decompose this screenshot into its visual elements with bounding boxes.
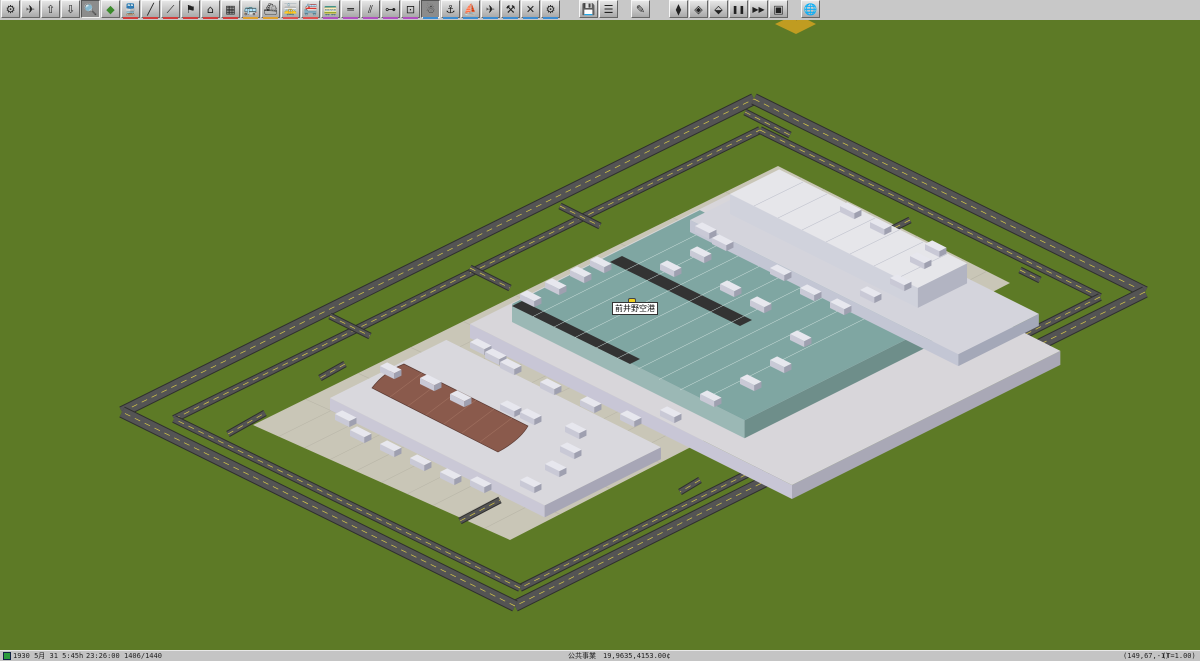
snowman-icon[interactable]: ☃ xyxy=(421,0,440,19)
narrow-gauge-station-icon[interactable]: ⊡ xyxy=(401,0,420,19)
status-company: 公共事業 xyxy=(568,652,596,660)
rail-track-icon[interactable]: ╱ xyxy=(141,0,160,19)
toolbar-group-edit-tools: ✎ xyxy=(630,0,650,20)
game-map-viewport[interactable] xyxy=(0,20,1200,650)
status-counter: 1406/1440 xyxy=(124,652,162,660)
toolbar-group-rail-tools: 🚆 ╱ ⟋ ⚑ ⌂ ▦ xyxy=(120,0,240,20)
pause-icon[interactable]: ❚❚ xyxy=(729,0,748,18)
taxiway-connector-centerline xyxy=(319,363,346,379)
toolbar-group-general-tools: ⚙ ✈ ⇧ ⇩ 🔍 ◆ xyxy=(0,0,120,20)
lower-land-icon[interactable]: ⇩ xyxy=(61,0,80,18)
settings-gear-icon[interactable]: ⚙ xyxy=(1,0,20,18)
main-toolbar: ⚙ ✈ ⇧ ⇩ 🔍 ◆ 🚆 ╱ ⟋ ⚑ ⌂ ▦ 🚌 ⛴ 🚋 🚝 🚃 ═ ⫽ ⊶ ⊡ ☃ ⚓ ⛵ ✈ ⚒ ✕ ⚙ 💾 ☰ ✎ ⧫ ◈ ⬙ ❚❚ ▶▶ ▣ 🌐 xyxy=(0,0,1200,20)
airplane-icon[interactable]: ✈ xyxy=(481,0,500,19)
toolbar-group-road-tools: 🚌 ⛴ xyxy=(240,0,280,20)
query-magnifier-icon[interactable]: 🔍 xyxy=(81,0,100,18)
status-bar: 1930 5月 31 5:45h 23:26:00 1406/1440 公共事業… xyxy=(0,650,1200,661)
rail-depot-icon[interactable]: ⌂ xyxy=(201,0,220,19)
selection-cursor-tile xyxy=(775,20,816,34)
toolbar-group-water-air-tools: ☃ ⚓ ⛵ ✈ ⚒ ✕ ⚙ xyxy=(420,0,560,20)
status-clock: 23:26:00 xyxy=(86,652,120,660)
station-name-label[interactable]: 前井野空港 xyxy=(612,302,658,315)
bus-icon[interactable]: 🚌 xyxy=(241,0,260,19)
special-tools-gear-icon[interactable]: ⚙ xyxy=(541,0,560,19)
landscape-tools-icon[interactable]: ◆ xyxy=(101,0,120,18)
status-money: 19,9635,4153.00¢ xyxy=(603,652,671,660)
rail-signal-icon[interactable]: ⚑ xyxy=(181,0,200,19)
toolbar-group-network-tools: 🌐 xyxy=(800,0,820,20)
toolbar-group-tram-tools: 🚋 🚝 xyxy=(280,0,320,20)
edit-pen-icon[interactable]: ✎ xyxy=(631,0,650,18)
status-timescale: (T=1.00) xyxy=(1162,652,1196,660)
status-date: 1930 5月 31 5:45h xyxy=(13,652,84,660)
rail-station-icon[interactable]: ▦ xyxy=(221,0,240,19)
tram-icon[interactable]: 🚋 xyxy=(281,0,300,19)
globe-icon[interactable]: 🌐 xyxy=(801,0,820,18)
crane-icon[interactable]: ⚒ xyxy=(501,0,520,19)
dock-icon[interactable]: ⛵ xyxy=(461,0,480,19)
toolbar-group-narrowgauge-tools: 🚃 ═ ⫽ ⊶ ⊡ xyxy=(320,0,420,20)
layer-view-icon[interactable]: ◈ xyxy=(689,0,708,18)
toolbar-group-view-tools: ⧫ ◈ ⬙ ❚❚ ▶▶ ▣ xyxy=(668,0,788,20)
map-overview-icon[interactable]: ✈ xyxy=(21,0,40,18)
narrow-gauge-train-icon[interactable]: 🚃 xyxy=(321,0,340,19)
harbour-icon[interactable]: ⚓ xyxy=(441,0,460,19)
company-color-icon xyxy=(3,652,11,660)
save-disk-icon[interactable]: 💾 xyxy=(579,0,598,18)
narrow-gauge-bridge-icon[interactable]: ⫽ xyxy=(361,0,380,19)
raise-land-icon[interactable]: ⇧ xyxy=(41,0,60,18)
toolbar-group-file-tools: 💾 ☰ xyxy=(578,0,618,20)
fast-forward-icon[interactable]: ▶▶ xyxy=(749,0,768,18)
narrow-gauge-track-icon[interactable]: ═ xyxy=(341,0,360,19)
rail-vehicles-icon[interactable]: 🚆 xyxy=(121,0,140,19)
layer-down-icon[interactable]: ⬙ xyxy=(709,0,728,18)
ship-icon[interactable]: ⛴ xyxy=(261,0,280,19)
monorail-icon[interactable]: 🚝 xyxy=(301,0,320,19)
narrow-gauge-signal-icon[interactable]: ⊶ xyxy=(381,0,400,19)
remove-tool-icon[interactable]: ✕ xyxy=(521,0,540,19)
screenshot-icon[interactable]: ▣ xyxy=(769,0,788,18)
rail-bridge-icon[interactable]: ⟋ xyxy=(161,0,180,19)
list-icon[interactable]: ☰ xyxy=(599,0,618,18)
layer-up-icon[interactable]: ⧫ xyxy=(669,0,688,18)
